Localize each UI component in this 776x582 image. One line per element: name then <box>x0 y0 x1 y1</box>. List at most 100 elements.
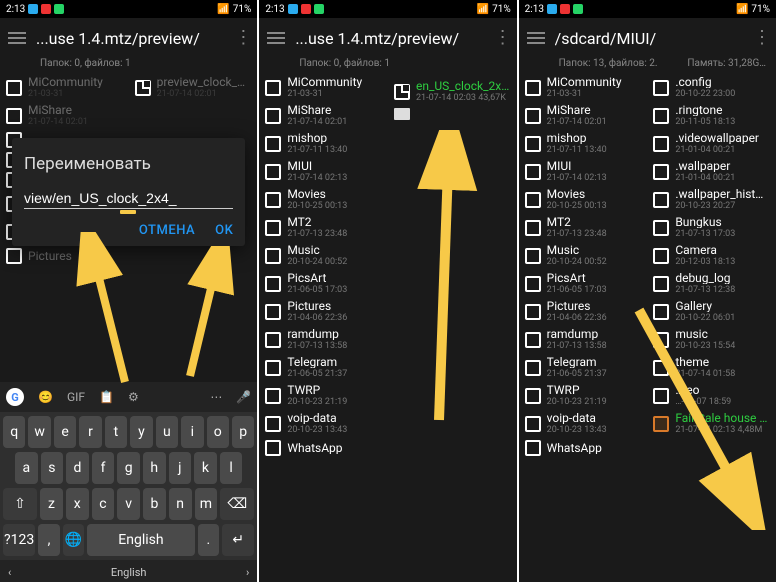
menu-icon[interactable] <box>267 37 285 39</box>
key-z[interactable]: z <box>40 488 63 520</box>
lang-center[interactable]: English <box>111 566 147 579</box>
folder-row[interactable]: MIUI21-07-14 02:13 <box>259 158 388 186</box>
folder-row[interactable]: mishop21-07-11 13:40 <box>259 130 388 158</box>
folder-row[interactable]: MiCommunity21-03-31 <box>0 74 129 102</box>
key-s[interactable]: s <box>41 452 64 484</box>
folder-row[interactable]: .videowallpaper21-01-04 00:21 <box>647 130 776 158</box>
google-icon[interactable]: G <box>6 388 24 406</box>
folder-row[interactable]: Movies20-10-25 00:13 <box>259 186 388 214</box>
key-u[interactable]: u <box>156 416 178 448</box>
folder-row[interactable]: Music20-10-24 00:52 <box>259 242 388 270</box>
key-c[interactable]: c <box>92 488 115 520</box>
path-title[interactable]: ...use 1.4.mtz/preview/ <box>295 29 483 48</box>
key-m[interactable]: m <box>195 488 218 520</box>
status-bar: 2:13 📶71% <box>259 0 516 18</box>
ok-button[interactable]: OK <box>215 223 233 238</box>
backspace-key[interactable]: ⌫ <box>220 488 254 520</box>
path-title[interactable]: /sdcard/MIUI/ <box>555 29 743 48</box>
folder-icon <box>265 440 281 456</box>
rename-input[interactable] <box>24 188 233 208</box>
folder-row[interactable]: MT221-07-13 23:48 <box>519 214 648 242</box>
comma-key[interactable]: , <box>38 524 59 556</box>
folder-row[interactable]: MT221-07-13 23:48 <box>259 214 388 242</box>
folder-row[interactable]: WhatsApp <box>259 438 388 458</box>
phone-screen-1: 2:13 📶71% ...use 1.4.mtz/preview/ ⋮ Папо… <box>0 0 257 582</box>
key-k[interactable]: k <box>194 452 217 484</box>
folder-row[interactable]: .wallpaper_history20-10-23 20:27 <box>647 186 776 214</box>
more-icon[interactable]: ⋯ <box>210 390 222 404</box>
lang-chevron-right[interactable]: › <box>246 566 249 579</box>
folder-row[interactable]: Bungkus21-07-13 17:03 <box>647 214 776 242</box>
folder-row[interactable]: PicsArt21-06-05 17:03 <box>259 270 388 298</box>
settings-icon[interactable]: ⚙ <box>128 390 139 404</box>
menu-icon[interactable] <box>8 37 26 39</box>
folder-row[interactable]: debug_log21-07-13 12:38 <box>647 270 776 298</box>
key-l[interactable]: l <box>220 452 243 484</box>
folder-row[interactable]: MiShare21-07-14 02:01 <box>259 102 388 130</box>
key-i[interactable]: i <box>181 416 203 448</box>
dot-key[interactable]: . <box>198 524 219 556</box>
folder-row[interactable]: MiShare21-07-14 02:01 <box>0 102 129 130</box>
enter-key[interactable]: ↵ <box>222 524 254 556</box>
sym-key[interactable]: ?123 <box>3 524 35 556</box>
folder-row[interactable]: .config20-10-22 23:00 <box>647 74 776 102</box>
folder-row[interactable]: voip-data20-10-23 13:43 <box>259 410 388 438</box>
folder-row[interactable]: Camera20-12-03 18:13 <box>647 242 776 270</box>
key-b[interactable]: b <box>143 488 166 520</box>
key-a[interactable]: a <box>15 452 38 484</box>
key-x[interactable]: x <box>66 488 89 520</box>
menu-icon[interactable] <box>527 37 545 39</box>
folder-row[interactable]: TWRP20-10-23 21:19 <box>259 382 388 410</box>
folder-row[interactable]: MiCommunity21-03-31 <box>259 74 388 102</box>
folder-icon <box>265 164 281 180</box>
key-g[interactable]: g <box>117 452 140 484</box>
shift-key[interactable]: ⇧ <box>3 488 37 520</box>
keyboard[interactable]: G 😊 GIF 📋 ⚙ ⋯ 🎤 qwertyuiop asdfghjkl ⇧zx… <box>0 382 257 582</box>
key-q[interactable]: q <box>3 416 25 448</box>
path-title[interactable]: ...use 1.4.mtz/preview/ <box>36 29 224 48</box>
key-w[interactable]: w <box>28 416 50 448</box>
key-p[interactable]: p <box>232 416 254 448</box>
lang-key[interactable]: 🌐 <box>63 524 84 556</box>
folder-row[interactable]: MiCommunity21-03-31 <box>519 74 648 102</box>
folder-row[interactable]: ramdump21-07-13 13:58 <box>259 326 388 354</box>
more-icon[interactable]: ⋮ <box>234 33 249 43</box>
cancel-button[interactable]: ОТМЕНА <box>139 223 195 238</box>
folder-icon <box>265 248 281 264</box>
folder-row[interactable]: .ringtone20-11-05 18:13 <box>647 102 776 130</box>
folder-row[interactable]: Movies20-10-25 00:13 <box>519 186 648 214</box>
renamed-file-row[interactable]: en_US_clock_2x4_0.png 21-07-14 02:03 43,… <box>388 78 517 106</box>
key-h[interactable]: h <box>143 452 166 484</box>
folder-row[interactable]: .wallpaper21-01-04 00:21 <box>647 158 776 186</box>
sub-bar: Папок: 13, файлов: 2. Память: 31,28G… <box>519 58 776 73</box>
emoji-icon[interactable]: 😊 <box>38 390 53 404</box>
folder-row[interactable]: PicsArt21-06-05 17:03 <box>519 270 648 298</box>
more-icon[interactable]: ⋮ <box>753 33 768 43</box>
key-y[interactable]: y <box>130 416 152 448</box>
folder-row[interactable]: Telegram21-06-05 21:37 <box>259 354 388 382</box>
more-icon[interactable]: ⋮ <box>494 33 509 43</box>
key-n[interactable]: n <box>169 488 192 520</box>
mail-icon <box>560 4 570 14</box>
key-t[interactable]: t <box>105 416 127 448</box>
key-j[interactable]: j <box>169 452 192 484</box>
folder-row[interactable]: Pictures21-04-06 22:36 <box>259 298 388 326</box>
space-key[interactable]: English <box>87 524 194 556</box>
folder-icon <box>265 276 281 292</box>
key-f[interactable]: f <box>92 452 115 484</box>
folder-icon <box>265 220 281 236</box>
preview-file-row[interactable]: preview_clock_2x4_0.png 21-07-14 02:01 <box>129 74 258 102</box>
folder-row[interactable]: MIUI21-07-14 02:13 <box>519 158 648 186</box>
clipboard-icon[interactable]: 📋 <box>99 390 114 404</box>
key-e[interactable]: e <box>54 416 76 448</box>
key-o[interactable]: o <box>207 416 229 448</box>
folder-row[interactable]: MiShare21-07-14 02:01 <box>519 102 648 130</box>
lang-chevron-left[interactable]: ‹ <box>8 566 11 579</box>
folder-row[interactable]: Music20-10-24 00:52 <box>519 242 648 270</box>
key-d[interactable]: d <box>66 452 89 484</box>
key-v[interactable]: v <box>117 488 140 520</box>
mic-icon[interactable]: 🎤 <box>236 390 251 404</box>
key-r[interactable]: r <box>79 416 101 448</box>
folder-row[interactable]: mishop21-07-11 13:40 <box>519 130 648 158</box>
gif-button[interactable]: GIF <box>67 390 85 404</box>
